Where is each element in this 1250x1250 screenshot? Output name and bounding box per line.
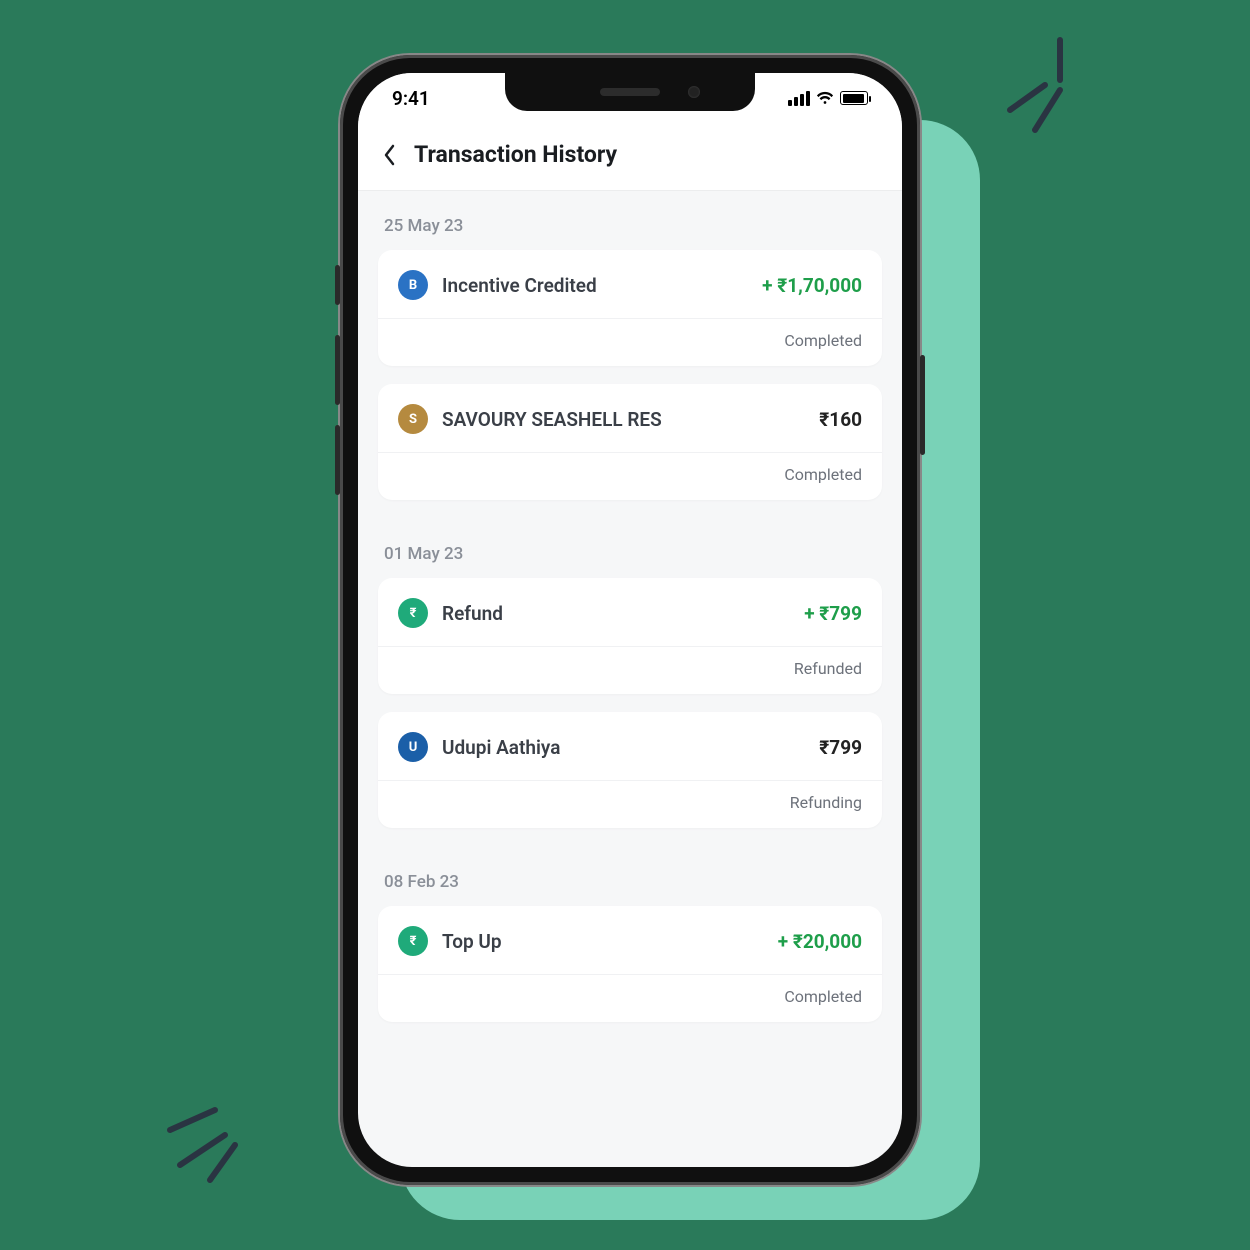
transaction-card[interactable]: ₹ Top Up + ₹20,000 Completed	[378, 906, 882, 1022]
transaction-amount: ₹799	[819, 736, 862, 759]
phone-frame: 9:41 Transaction History 25 May 23 B Incen…	[340, 55, 920, 1185]
decorative-spark-bottom-left	[150, 1080, 260, 1190]
transaction-avatar-icon: ₹	[398, 598, 428, 628]
transaction-amount: + ₹20,000	[778, 930, 862, 953]
wifi-icon	[816, 91, 834, 105]
transaction-title: SAVOURY SEASHELL RES	[442, 408, 805, 431]
transaction-card[interactable]: ₹ Refund + ₹799 Refunded	[378, 578, 882, 694]
date-group-label: 08 Feb 23	[378, 846, 882, 906]
divider	[378, 452, 882, 453]
front-camera	[688, 86, 700, 98]
battery-icon	[840, 91, 868, 105]
date-group-label: 25 May 23	[378, 190, 882, 250]
back-icon[interactable]	[382, 143, 396, 167]
transaction-amount: ₹160	[819, 408, 862, 431]
transaction-status: Completed	[398, 331, 862, 350]
status-time: 9:41	[392, 87, 430, 110]
transaction-status: Refunding	[398, 793, 862, 812]
divider	[378, 974, 882, 975]
page-title: Transaction History	[414, 141, 617, 168]
phone-side-button	[335, 265, 340, 305]
transaction-avatar-icon: B	[398, 270, 428, 300]
decorative-spark-top-right	[1000, 30, 1110, 140]
page-header: Transaction History	[358, 123, 902, 190]
transaction-card[interactable]: S SAVOURY SEASHELL RES ₹160 Completed	[378, 384, 882, 500]
transaction-avatar-icon: ₹	[398, 926, 428, 956]
transaction-title: Top Up	[442, 930, 764, 953]
transaction-title: Incentive Credited	[442, 274, 748, 297]
transaction-card[interactable]: U Udupi Aathiya ₹799 Refunding	[378, 712, 882, 828]
phone-side-button	[920, 355, 925, 455]
transaction-title: Refund	[442, 602, 790, 625]
cellular-signal-icon	[788, 91, 810, 106]
phone-side-button	[335, 425, 340, 495]
transaction-avatar-icon: S	[398, 404, 428, 434]
transaction-amount: + ₹1,70,000	[762, 274, 862, 297]
transaction-list[interactable]: 25 May 23 B Incentive Credited + ₹1,70,000 C…	[358, 190, 902, 1060]
divider	[378, 780, 882, 781]
transaction-card[interactable]: B Incentive Credited + ₹1,70,000 Completed	[378, 250, 882, 366]
speaker-grille	[600, 88, 660, 96]
phone-side-button	[335, 335, 340, 405]
transaction-status: Completed	[398, 465, 862, 484]
phone-screen: 9:41 Transaction History 25 May 23 B Incen…	[358, 73, 902, 1167]
phone-notch	[505, 73, 755, 111]
transaction-amount: + ₹799	[804, 602, 862, 625]
transaction-status: Refunded	[398, 659, 862, 678]
transaction-avatar-icon: U	[398, 732, 428, 762]
divider	[378, 646, 882, 647]
transaction-title: Udupi Aathiya	[442, 736, 805, 759]
divider	[378, 318, 882, 319]
date-group-label: 01 May 23	[378, 518, 882, 578]
transaction-status: Completed	[398, 987, 862, 1006]
